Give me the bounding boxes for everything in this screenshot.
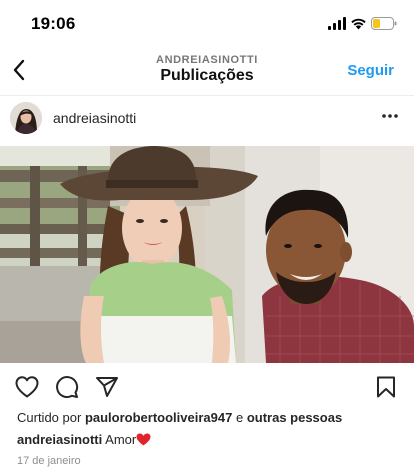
post-header: andreiasinotti <box>0 96 414 146</box>
status-time: 19:06 <box>31 14 76 33</box>
likes-summary: Curtido por paulorobertooliveira947 e ou… <box>17 410 342 425</box>
red-heart-icon <box>136 433 151 446</box>
liked-by-prefix: Curtido por <box>17 410 82 425</box>
post-username[interactable]: andreiasinotti <box>53 110 136 126</box>
comment-icon[interactable] <box>54 375 80 399</box>
send-icon[interactable] <box>94 375 120 399</box>
liked-by-user-link[interactable]: paulorobertooliveira947 <box>85 410 232 425</box>
more-horizontal-icon[interactable] <box>380 109 400 123</box>
liked-by-joiner: e <box>235 410 244 425</box>
post-date: 17 de janeiro <box>17 455 81 467</box>
status-bar: 19:06 <box>0 0 414 46</box>
post-caption: andreiasinotti Amor <box>17 432 151 447</box>
follow-button[interactable]: Seguir <box>347 62 394 79</box>
navigation-header: ANDREIASINOTTI Publicações Seguir <box>0 46 414 96</box>
liked-by-others-link[interactable]: outras pessoas <box>247 410 342 425</box>
avatar[interactable] <box>10 102 42 134</box>
caption-text: Amor <box>105 432 137 447</box>
battery-icon <box>371 17 397 30</box>
cellular-signal-icon <box>328 17 346 30</box>
post-actions <box>0 363 414 409</box>
heart-icon[interactable] <box>14 375 40 399</box>
avatar-image <box>10 102 42 134</box>
bookmark-icon[interactable] <box>373 375 399 399</box>
post-photo[interactable] <box>0 146 414 363</box>
wifi-icon <box>351 18 366 30</box>
caption-username[interactable]: andreiasinotti <box>17 432 102 447</box>
post-image <box>0 146 414 363</box>
